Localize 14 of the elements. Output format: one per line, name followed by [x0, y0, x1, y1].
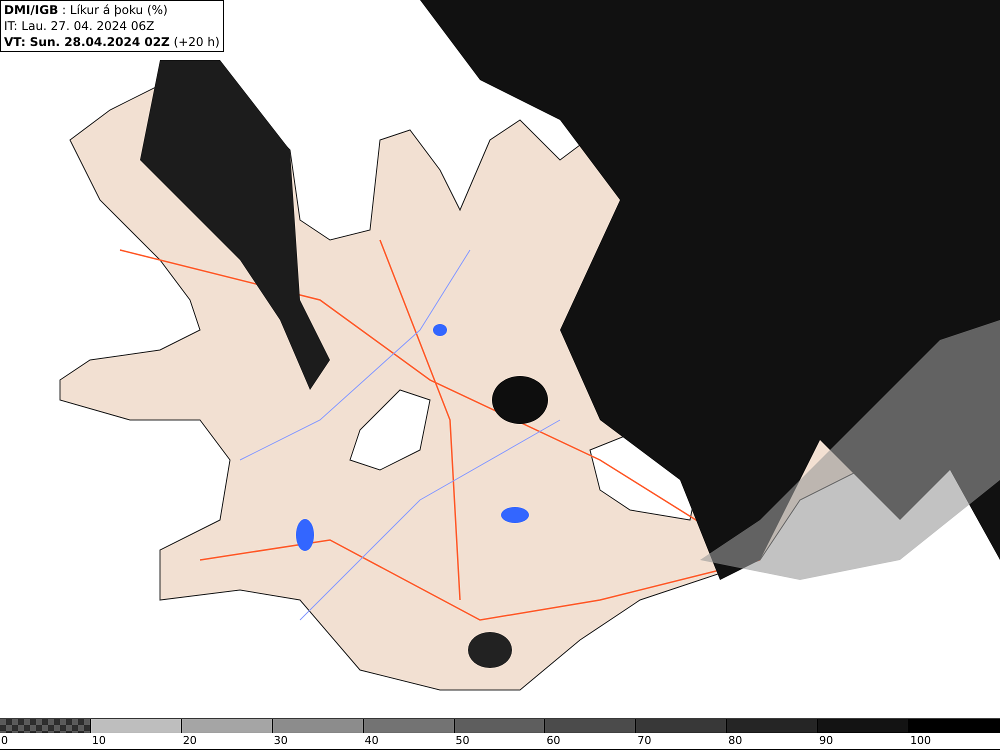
header-line: VT: Sun. 28.04.2024 02Z (+20 h) [4, 34, 220, 50]
legend-label: 60 [545, 733, 562, 749]
legend-label: 10 [90, 733, 107, 749]
legend-label: 30 [272, 733, 289, 749]
legend-label: 80 [727, 733, 744, 749]
legend-label: 0 [0, 733, 9, 749]
legend-label: 50 [454, 733, 471, 749]
legend-label: 40 [364, 733, 380, 749]
legend-label: 90 [818, 733, 834, 749]
legend-label: 100 [909, 733, 932, 749]
header-line: IT: Lau. 27. 04. 2024 06Z [4, 18, 156, 34]
legend-label: 20 [182, 733, 198, 749]
legend-label: 70 [636, 733, 652, 749]
header-line: DMI/IGB : Líkur á þoku (%) [4, 2, 169, 18]
